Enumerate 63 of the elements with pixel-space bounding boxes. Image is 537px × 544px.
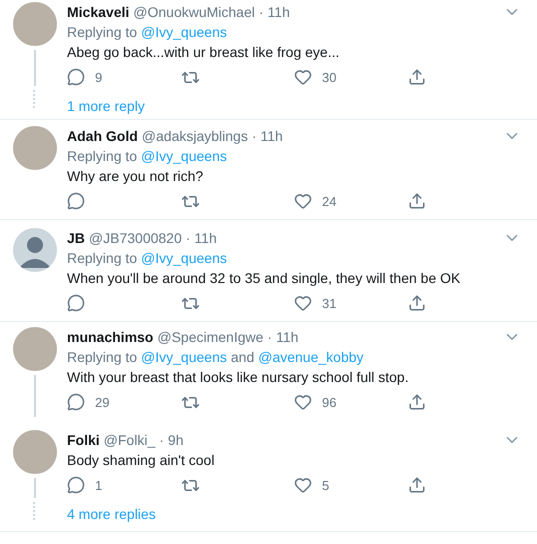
share-icon [408,294,426,312]
reply-icon [67,294,85,312]
heart-icon [294,192,312,210]
user-handle[interactable]: @JB73000820 [88,228,182,248]
user-name[interactable]: Folki [67,430,100,450]
tweet-time[interactable]: 11h [268,2,290,22]
separator-dot: · [267,328,272,347]
user-handle[interactable]: @OnuokwuMichael [133,2,255,22]
separator-dot: · [258,3,264,22]
heart-icon [294,294,312,312]
reply-icon [67,192,85,210]
reply-icon [67,393,85,411]
reply-icon [67,68,85,86]
user-handle[interactable]: @SpecimenIgwe [157,327,264,347]
heart-icon [294,393,312,411]
more-replies-link[interactable]: 4 more replies [67,504,156,524]
mention-link[interactable]: @avenue_kobby [258,347,364,367]
replying-to-label: Replying to [67,147,138,166]
user-handle[interactable]: @Folki_ [104,430,156,450]
reply-button[interactable]: 9 [67,68,180,86]
tweet-time[interactable]: 11h [260,126,283,146]
more-replies-link[interactable]: 1 more reply [67,96,145,116]
reply-button[interactable]: 29 [67,393,180,411]
reply-icon [67,476,85,494]
replying-to-label: Replying to [67,348,138,367]
like-button[interactable]: 5 [294,476,408,494]
like-button[interactable]: 30 [294,68,408,86]
tweet-time[interactable]: 11h [194,228,217,248]
separator-dot: · [159,431,164,450]
separator-dot: · [186,229,190,248]
reply-button[interactable]: 1 [67,476,180,494]
mention-link[interactable]: @Ivy_queens [141,347,227,367]
thread-dots [33,90,37,108]
share-icon [408,192,426,210]
mention-link[interactable]: @Ivy_queens [141,22,227,42]
user-name[interactable]: Adah Gold [67,126,138,146]
tweet-text: When you'll be around 32 to 35 and single, they will then be OK [67,269,462,288]
share-icon [408,393,426,411]
user-name[interactable]: munachimso [67,327,154,347]
user-name[interactable]: JB [67,228,85,248]
share-icon [408,476,426,494]
tweet-text: With your breast that looks like nursary school full stop. [67,368,410,387]
user-name[interactable]: Mickaveli [67,2,130,22]
mention-link[interactable]: @Ivy_queens [141,146,227,166]
heart-icon [294,476,312,494]
tweet-text: Abeg go back...with ur breast like frog eye... [67,43,340,62]
separator-dot: · [252,127,256,146]
like-button[interactable]: 24 [294,192,408,210]
tweet-text: Why are you not rich? [67,167,204,186]
tweet-text: Body shaming ain't cool [67,451,216,470]
replying-to-label: Replying to [67,249,138,268]
share-icon [408,68,426,86]
replying-to-label: Replying to [67,23,138,42]
tweet-time[interactable]: 11h [276,327,298,347]
tweet-time[interactable]: 9h [168,430,184,450]
conjunction-text: and [230,348,254,367]
thread-dots [33,502,37,520]
user-handle[interactable]: @adaksjayblings [142,126,248,146]
like-button[interactable]: 96 [294,393,408,411]
mention-link[interactable]: @Ivy_queens [141,248,227,268]
heart-icon [294,68,312,86]
default-avatar[interactable] [13,228,57,272]
like-button[interactable]: 31 [294,294,408,312]
